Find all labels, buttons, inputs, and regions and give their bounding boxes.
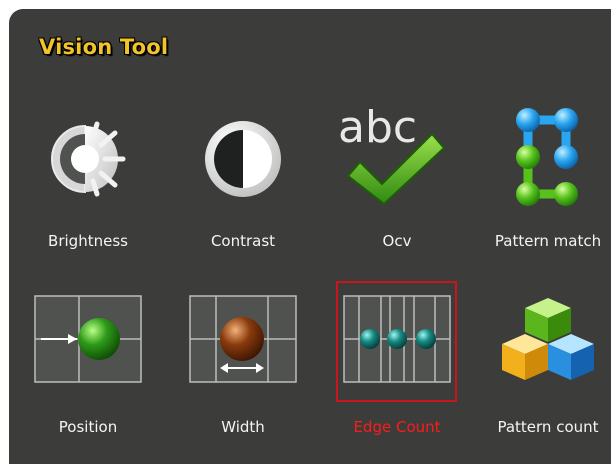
tool-label: Width [221, 418, 265, 436]
tool-edge-count[interactable]: Edge Count [332, 294, 462, 454]
ocv-abc-check-icon: abc [338, 104, 446, 206]
tool-label: Contrast [210, 232, 276, 250]
tool-label: Brightness [48, 232, 128, 250]
pattern-match-icon [516, 108, 578, 206]
tool-label: Position [58, 418, 118, 436]
position-icon [34, 295, 142, 383]
tool-label: Pattern count [497, 418, 599, 436]
yellow-cube-icon [502, 334, 548, 380]
green-cube-icon [525, 298, 571, 342]
panel-title: Vision Tool [39, 35, 169, 59]
tool-label: Edge Count [353, 418, 441, 436]
tool-contrast[interactable]: Contrast [178, 104, 308, 264]
tool-ocv[interactable]: abc Ocv [332, 104, 462, 264]
tool-label: Pattern match [494, 232, 602, 250]
pattern-count-icon [502, 298, 594, 380]
blue-cube-icon [548, 334, 594, 380]
tool-width[interactable]: Width [178, 294, 308, 454]
vision-tool-panel: Vision Tool Brightness Contrast abc Ocv … [9, 9, 611, 464]
tool-pattern-count[interactable]: Pattern count [483, 294, 611, 454]
width-icon [189, 295, 297, 383]
tool-brightness[interactable]: Brightness [23, 104, 153, 264]
edge-count-icon [343, 295, 451, 383]
brightness-icon [51, 121, 126, 197]
tool-pattern-match[interactable]: Pattern match [483, 104, 611, 264]
contrast-icon [205, 121, 281, 197]
ocv-icon-text: abc [338, 104, 417, 153]
tool-label: Ocv [382, 232, 412, 250]
tool-position[interactable]: Position [23, 294, 153, 454]
